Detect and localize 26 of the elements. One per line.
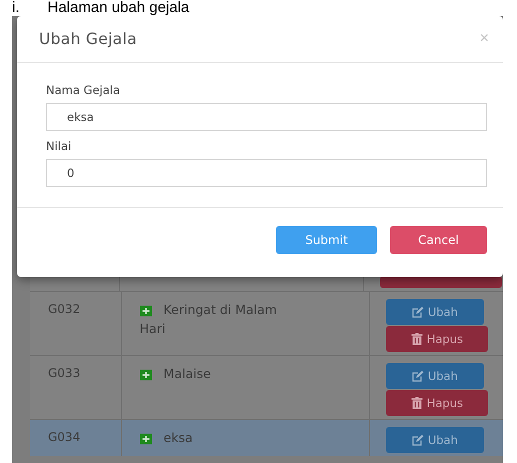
field-label: Nama Gejala [46,83,122,97]
modal-title: Ubah Gejala [39,30,137,48]
plus-icon [140,305,152,317]
text-field[interactable]: 0 [46,159,487,187]
edit-button[interactable]: Ubah [386,427,484,453]
trash-icon [410,397,423,409]
field-label: Nilai [46,139,72,153]
plus-icon [140,369,152,381]
caption-number: i. [12,0,20,16]
submit-button[interactable]: Submit [276,226,377,254]
edit-icon [412,370,424,382]
edit-icon [412,306,424,318]
edit-icon [412,434,424,446]
table-cell: G034 [30,420,122,456]
edit-button[interactable]: Ubah [386,363,484,389]
delete-button[interactable]: Hapus [386,390,488,416]
delete-button[interactable]: Hapus [386,326,488,352]
symptom-name: eksa [140,428,288,447]
text-field[interactable]: eksa [46,103,487,131]
edit-button[interactable]: Ubah [386,299,484,325]
symptom-name: Malaise [140,364,288,383]
plus-icon [140,433,152,445]
trash-icon [410,333,423,345]
caption-text: Halaman ubah gejala [48,0,190,16]
cancel-button[interactable]: Cancel [390,226,487,254]
symptom-name: Keringat di Malam Hari [140,301,278,338]
